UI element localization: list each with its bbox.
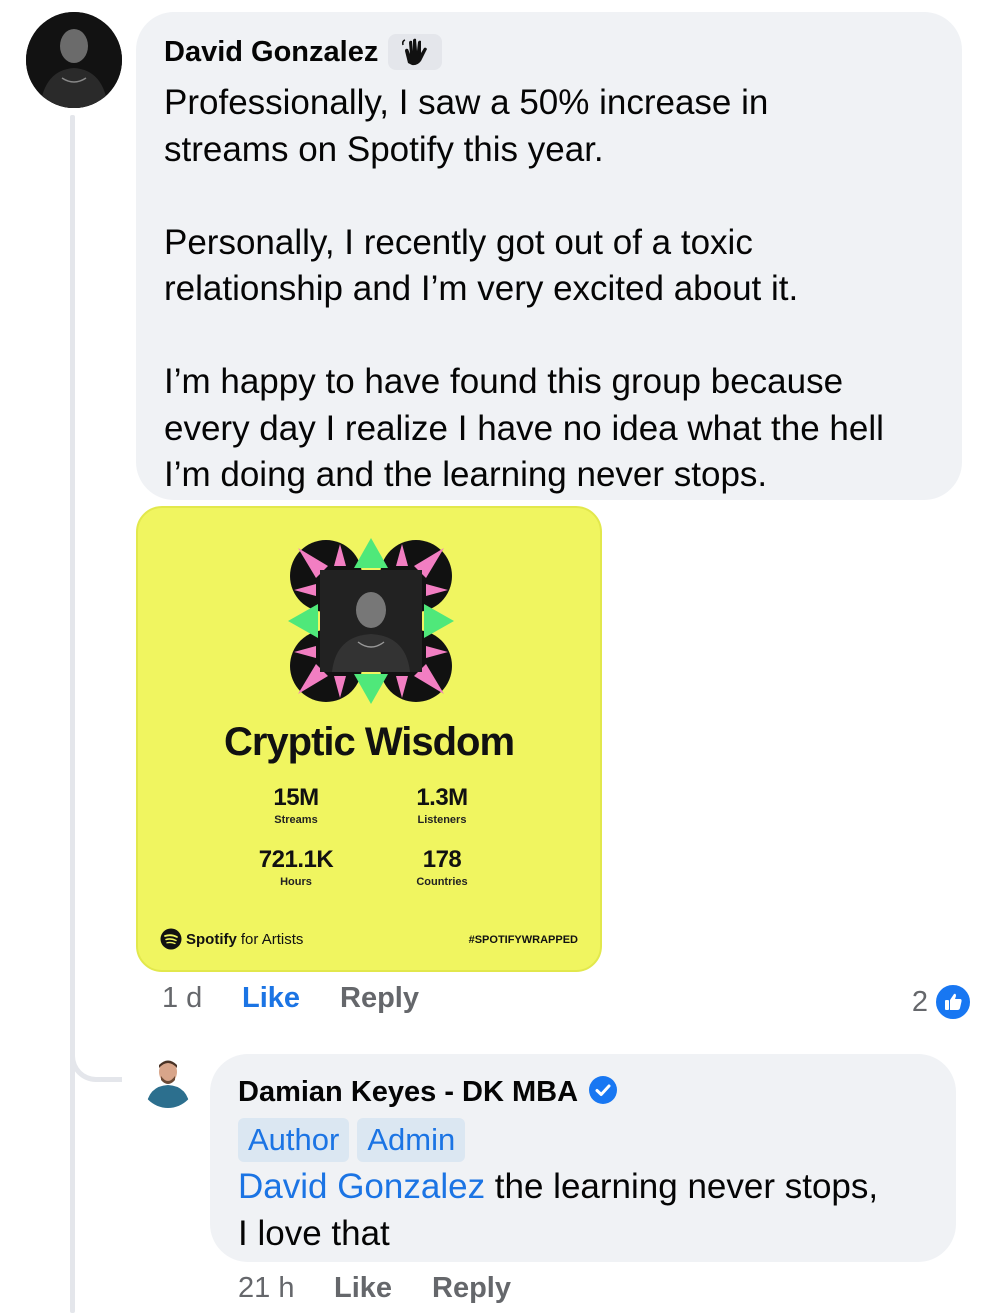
reaction-summary[interactable]: 2 <box>912 983 972 1021</box>
artist-name: Cryptic Wisdom <box>223 720 515 764</box>
avatar-david[interactable] <box>26 12 122 108</box>
reaction-count: 2 <box>911 985 928 1018</box>
spotify-icon <box>160 928 182 950</box>
comment-bubble: David Gonzalez Professionally, I saw a 5… <box>136 12 962 500</box>
spotify-wrapped-card[interactable]: Cryptic Wisdom 15M Streams 1.3M Listener… <box>136 506 602 972</box>
reply-actions: 21 h Like Reply <box>238 1272 511 1305</box>
comment-line: Professionally, I saw a 50% increase in <box>164 83 769 122</box>
thread-line <box>70 115 75 1313</box>
reply-reply-button[interactable]: Reply <box>432 1272 511 1305</box>
like-button[interactable]: Like <box>242 982 340 1015</box>
stat-listeners: 1.3M Listeners <box>416 784 468 826</box>
comment-line: every day I realize I have no idea what … <box>164 408 884 448</box>
comment-line: relationship and I’m very excited about … <box>164 269 799 308</box>
avatar-damian[interactable] <box>140 1052 196 1108</box>
mention-link[interactable]: David Gonzalez <box>238 1167 485 1206</box>
comment-author[interactable]: David Gonzalez <box>164 36 378 69</box>
hashtag: #SPOTIFYWRAPPED <box>468 934 578 946</box>
stat-hours: 721.1K Hours <box>258 846 334 888</box>
wave-hand-icon <box>388 34 443 70</box>
reply-bubble: Damian Keyes - DK MBA Author Admin David… <box>210 1054 956 1262</box>
comment-line: I’m happy to have found this group becau… <box>164 362 844 401</box>
comment-line: streams on Spotify this year. <box>164 129 604 169</box>
reply-text: the learning never stops, <box>485 1167 879 1206</box>
verified-badge-icon <box>588 1075 618 1110</box>
artist-artwork <box>288 538 454 704</box>
comment-line: Personally, I recently got out of a toxi… <box>164 222 753 262</box>
stat-streams: 15M Streams <box>273 784 319 826</box>
thumbs-up-icon <box>934 983 972 1021</box>
comment-timestamp[interactable]: 1 d <box>162 982 242 1015</box>
thread-branch <box>70 1030 122 1082</box>
comment-actions: 1 d Like Reply <box>162 982 419 1015</box>
reply-text: I love that <box>238 1213 390 1253</box>
author-tag: Author <box>238 1118 350 1162</box>
comment-line: I’m doing and the learning never stops. <box>164 455 768 494</box>
reply-author[interactable]: Damian Keyes - DK MBA <box>238 1076 578 1109</box>
admin-tag: Admin <box>357 1118 466 1162</box>
stat-countries: 178 Countries <box>416 846 468 888</box>
reply-button[interactable]: Reply <box>340 982 419 1015</box>
reply-like-button[interactable]: Like <box>334 1272 432 1305</box>
reply-timestamp[interactable]: 21 h <box>238 1272 334 1305</box>
spotify-for-artists-logo: Spotify for Artists <box>160 928 303 950</box>
